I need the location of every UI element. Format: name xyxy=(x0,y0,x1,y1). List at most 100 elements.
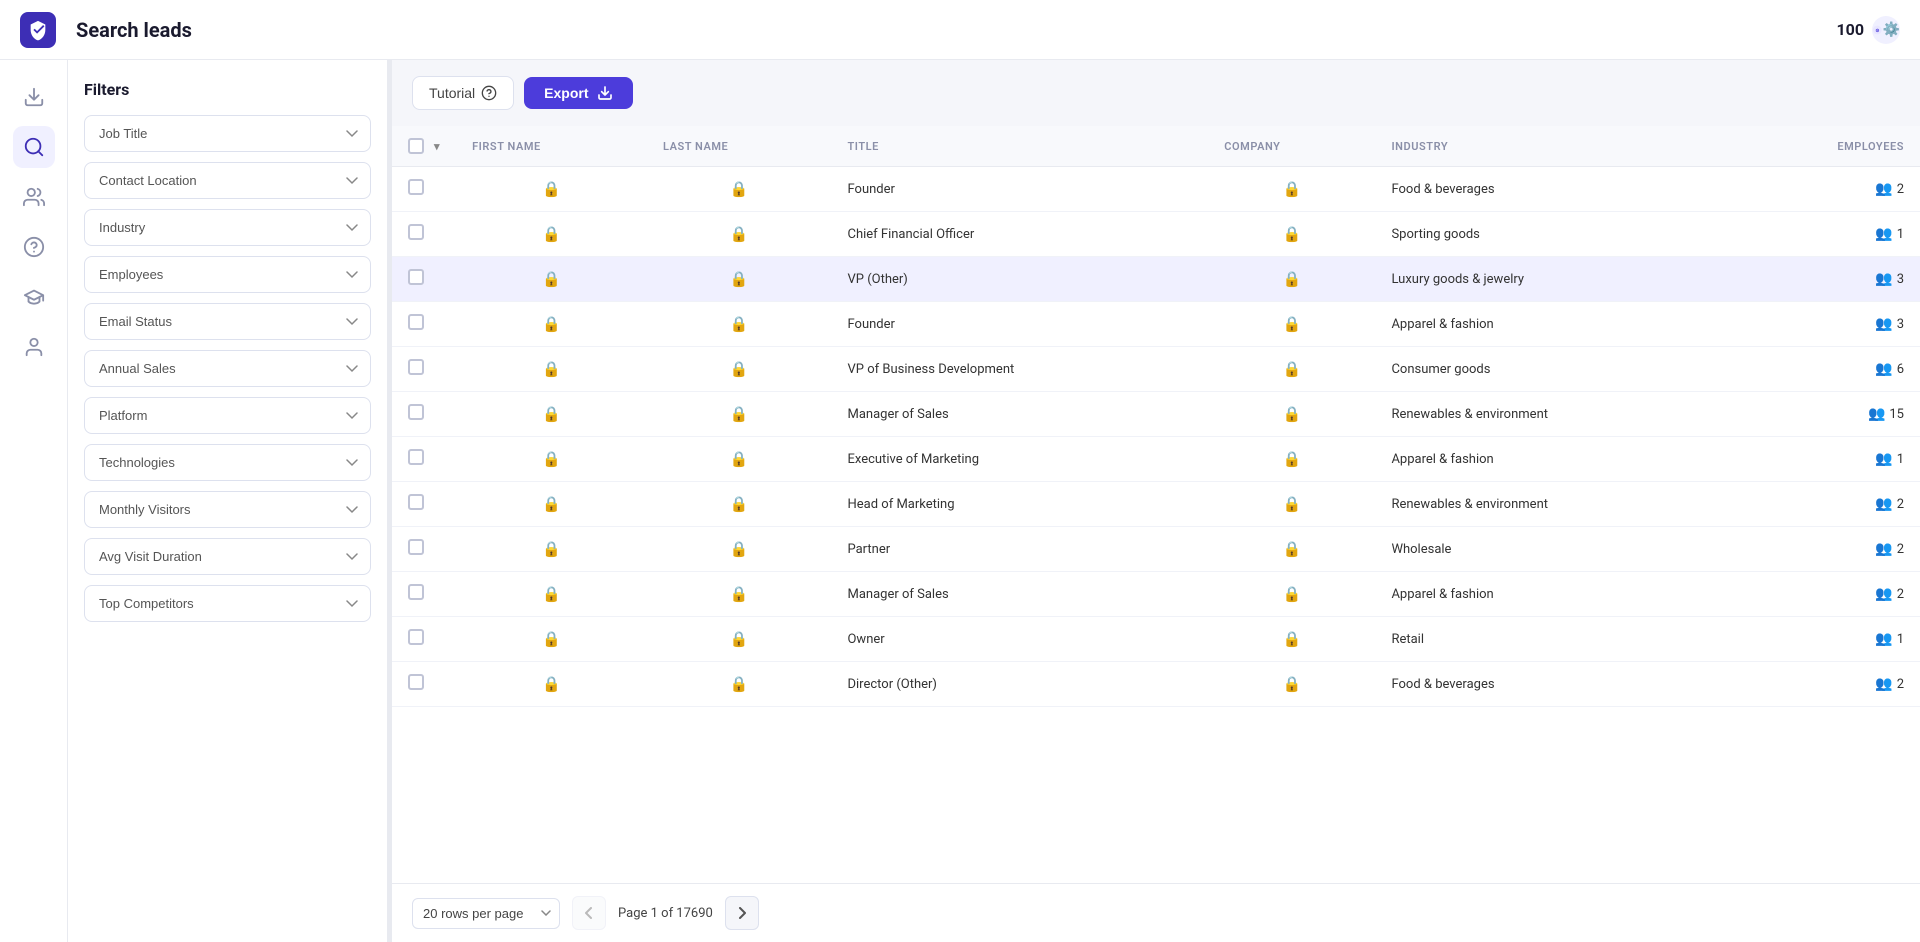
export-button[interactable]: Export xyxy=(524,77,632,109)
employees-count: 6 xyxy=(1897,362,1904,377)
next-page-button[interactable] xyxy=(725,896,759,930)
last-name-cell: 🔒 xyxy=(647,347,832,392)
employees-cell: 👥1 xyxy=(1733,212,1920,257)
row-checkbox[interactable] xyxy=(408,674,424,690)
lock-icon: 🔒 xyxy=(1224,315,1359,333)
nav-download[interactable] xyxy=(13,76,55,118)
content-area: Tutorial Export xyxy=(392,60,1920,942)
industry-cell: Apparel & fashion xyxy=(1375,437,1732,482)
industry-cell: Food & beverages xyxy=(1375,662,1732,707)
industry-cell: Renewables & environment xyxy=(1375,392,1732,437)
nav-people[interactable] xyxy=(13,176,55,218)
lock-icon: 🔒 xyxy=(663,585,816,603)
title-cell: Founder xyxy=(831,167,1208,212)
filter-job-title[interactable]: Job Title xyxy=(84,115,371,152)
filter-monthly-visitors[interactable]: Monthly Visitors xyxy=(84,491,371,528)
row-checkbox-cell xyxy=(392,347,456,392)
chevron-down-icon[interactable]: ▾ xyxy=(434,140,440,153)
chevron-right-icon xyxy=(738,907,746,919)
row-checkbox-cell xyxy=(392,662,456,707)
row-checkbox[interactable] xyxy=(408,269,424,285)
nav-profile[interactable] xyxy=(13,326,55,368)
first-name-cell: 🔒 xyxy=(456,167,647,212)
lock-icon: 🔒 xyxy=(663,540,816,558)
first-name-cell: 🔒 xyxy=(456,392,647,437)
employees-count: 3 xyxy=(1897,317,1904,332)
row-checkbox-cell xyxy=(392,212,456,257)
employees-icon: 👥 xyxy=(1875,271,1892,287)
title-cell: Founder xyxy=(831,302,1208,347)
employees-count: 2 xyxy=(1897,182,1904,197)
prev-page-button[interactable] xyxy=(572,896,606,930)
col-first-name: FIRST NAME xyxy=(456,126,647,167)
row-checkbox[interactable] xyxy=(408,449,424,465)
row-checkbox[interactable] xyxy=(408,314,424,330)
industry-cell: Apparel & fashion xyxy=(1375,302,1732,347)
title-cell: Executive of Marketing xyxy=(831,437,1208,482)
education-icon xyxy=(23,286,45,308)
filter-employees[interactable]: Employees xyxy=(84,256,371,293)
row-checkbox[interactable] xyxy=(408,359,424,375)
col-title: TITLE xyxy=(831,126,1208,167)
table-row: 🔒🔒Partner🔒Wholesale👥2 xyxy=(392,527,1920,572)
employees-icon: 👥 xyxy=(1875,496,1892,512)
filter-avg-visit-duration[interactable]: Avg Visit Duration xyxy=(84,538,371,575)
company-cell: 🔒 xyxy=(1208,617,1375,662)
credits-icon[interactable]: ⚙ ⚙️ xyxy=(1872,16,1900,44)
page-title: Search leads xyxy=(76,18,192,42)
employees-cell: 👥1 xyxy=(1733,617,1920,662)
row-checkbox[interactable] xyxy=(408,584,424,600)
row-checkbox[interactable] xyxy=(408,539,424,555)
rows-per-page-select[interactable]: 20 rows per page 10 rows per page 50 row… xyxy=(412,898,560,929)
row-checkbox[interactable] xyxy=(408,404,424,420)
company-cell: 🔒 xyxy=(1208,662,1375,707)
nav-search[interactable] xyxy=(13,126,55,168)
title-cell: Manager of Sales xyxy=(831,392,1208,437)
row-checkbox[interactable] xyxy=(408,224,424,240)
select-all-checkbox[interactable] xyxy=(408,138,424,154)
company-cell: 🔒 xyxy=(1208,347,1375,392)
last-name-cell: 🔒 xyxy=(647,662,832,707)
col-last-name: LAST NAME xyxy=(647,126,832,167)
row-checkbox[interactable] xyxy=(408,494,424,510)
table-row: 🔒🔒Director (Other)🔒Food & beverages👥2 xyxy=(392,662,1920,707)
lock-icon: 🔒 xyxy=(663,360,816,378)
col-checkbox: ▾ xyxy=(392,126,456,167)
row-checkbox[interactable] xyxy=(408,179,424,195)
table-row: 🔒🔒Chief Financial Officer🔒Sporting goods… xyxy=(392,212,1920,257)
export-icon xyxy=(597,85,613,101)
lock-icon: 🔒 xyxy=(472,540,631,558)
filter-email-status[interactable]: Email Status xyxy=(84,303,371,340)
row-checkbox-cell xyxy=(392,302,456,347)
company-cell: 🔒 xyxy=(1208,167,1375,212)
filter-industry[interactable]: Industry xyxy=(84,209,371,246)
tutorial-button[interactable]: Tutorial xyxy=(412,76,514,110)
industry-cell: Apparel & fashion xyxy=(1375,572,1732,617)
last-name-cell: 🔒 xyxy=(647,482,832,527)
table-row: 🔒🔒Founder🔒Apparel & fashion👥3 xyxy=(392,302,1920,347)
leads-table-container: ▾ FIRST NAME LAST NAME TITLE COMPANY IND… xyxy=(392,126,1920,883)
first-name-cell: 🔒 xyxy=(456,617,647,662)
filters-title: Filters xyxy=(84,80,371,99)
employees-count: 2 xyxy=(1897,497,1904,512)
row-checkbox[interactable] xyxy=(408,629,424,645)
filter-annual-sales[interactable]: Annual Sales xyxy=(84,350,371,387)
nav-help[interactable] xyxy=(13,226,55,268)
last-name-cell: 🔒 xyxy=(647,302,832,347)
filter-top-competitors[interactable]: Top Competitors xyxy=(84,585,371,622)
help-icon xyxy=(23,236,45,258)
table-row: 🔒🔒Founder🔒Food & beverages👥2 xyxy=(392,167,1920,212)
profile-icon xyxy=(23,336,45,358)
filters-panel: Filters Job Title Contact Location Indus… xyxy=(68,60,388,942)
lock-icon: 🔒 xyxy=(663,315,816,333)
row-checkbox-cell xyxy=(392,257,456,302)
employees-cell: 👥1 xyxy=(1733,437,1920,482)
employees-icon: 👥 xyxy=(1875,226,1892,242)
nav-education[interactable] xyxy=(13,276,55,318)
employees-icon: 👥 xyxy=(1875,361,1892,377)
filter-platform[interactable]: Platform xyxy=(84,397,371,434)
lock-icon: 🔒 xyxy=(663,630,816,648)
filter-contact-location[interactable]: Contact Location xyxy=(84,162,371,199)
employees-icon: 👥 xyxy=(1875,541,1892,557)
filter-technologies[interactable]: Technologies xyxy=(84,444,371,481)
